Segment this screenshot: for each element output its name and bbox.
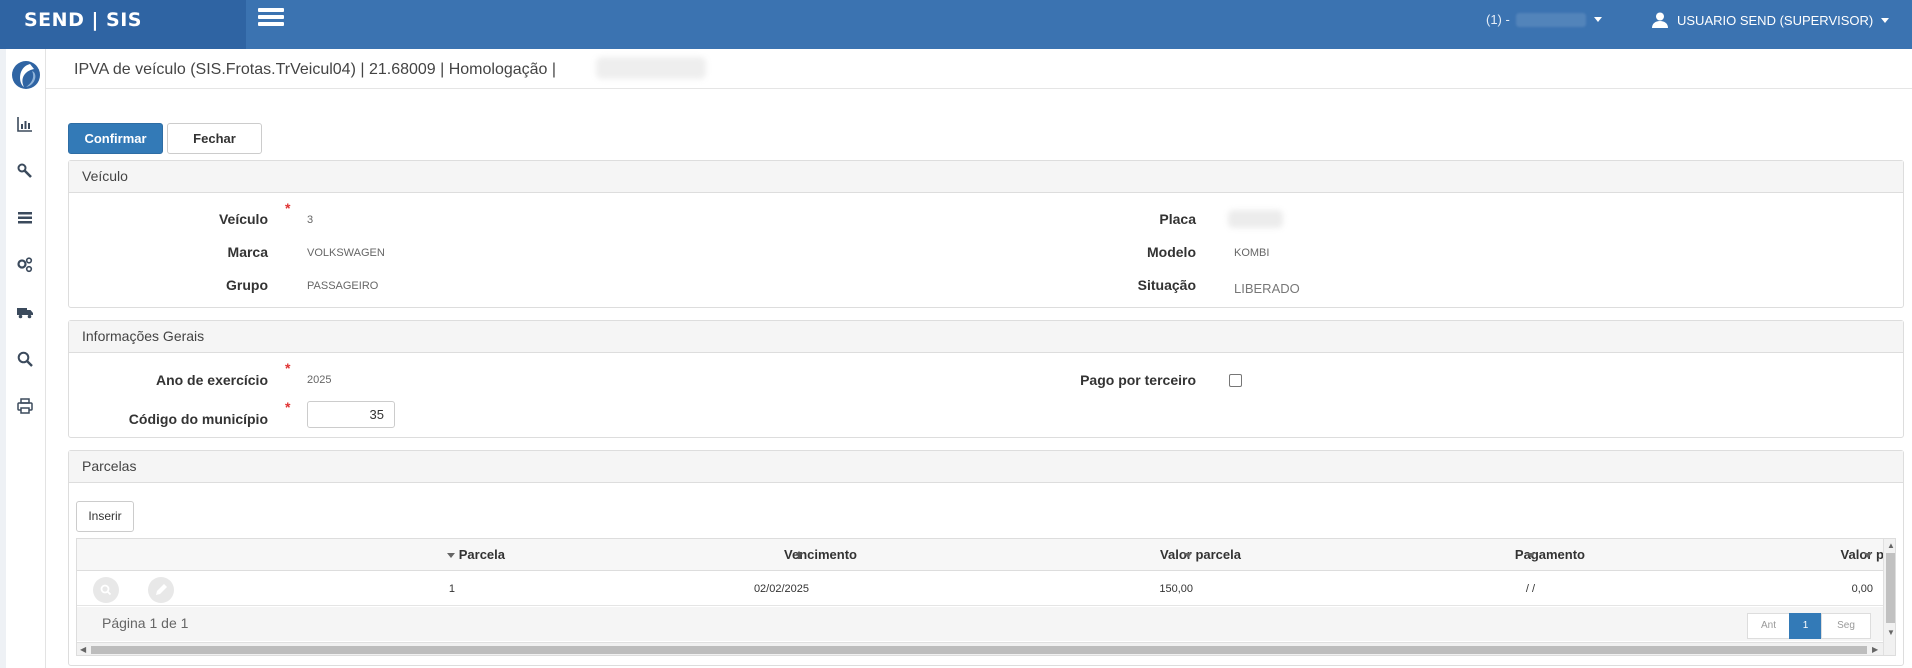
sidebar — [0, 49, 46, 668]
prev-page-button[interactable]: Ant — [1747, 613, 1790, 639]
ano-exercicio-value: 2025 — [307, 374, 332, 386]
top-navbar: SEND | SIS (1) - USUARIO SEND (SUPERVISO… — [0, 0, 1912, 49]
column-header-vencimento[interactable]: Vencimento — [537, 539, 857, 571]
required-marker: * — [285, 399, 291, 415]
page-title: IPVA de veículo (SIS.Frotas.TrVeicul04) … — [74, 61, 557, 78]
user-name: USUARIO SEND (SUPERVISOR) — [1677, 12, 1874, 28]
vertical-scrollbar[interactable]: ▲ ▼ — [1883, 539, 1895, 655]
cell-pagamento: / / — [1525, 583, 1535, 595]
pago-terceiro-label: Pago por terceiro — [1080, 372, 1196, 388]
scroll-thumb[interactable] — [91, 646, 1867, 654]
list-icon[interactable] — [16, 209, 34, 227]
cell-valor-parcela: 150,00 — [1159, 583, 1193, 595]
marca-value: VOLKSWAGEN — [307, 247, 385, 259]
wrench-icon[interactable] — [16, 162, 34, 180]
sort-up-arrow-icon[interactable] — [794, 550, 804, 560]
grid-header: Parcela Vencimento Valor parcela Pagamen… — [77, 539, 1895, 571]
truck-icon[interactable] — [16, 303, 34, 321]
parcelas-grid: Parcela Vencimento Valor parcela Pagamen… — [76, 538, 1896, 656]
view-icon[interactable] — [93, 577, 119, 603]
panel-heading: Veículo — [69, 161, 1903, 193]
required-marker: * — [285, 360, 291, 376]
column-header-pagamento[interactable]: Pagamento — [1277, 539, 1585, 571]
confirm-button[interactable]: Confirmar — [68, 123, 163, 154]
cell-parcela: 1 — [448, 583, 455, 595]
scroll-down-icon[interactable]: ▼ — [1887, 628, 1895, 637]
page-info: Página 1 de 1 — [102, 615, 189, 631]
print-icon[interactable] — [16, 397, 34, 415]
chevron-down-icon — [1593, 17, 1602, 22]
sort-down-icon[interactable] — [446, 550, 456, 560]
page-title-bar: IPVA de veículo (SIS.Frotas.TrVeicul04) … — [46, 49, 1912, 89]
scroll-left-icon[interactable]: ◀ — [80, 645, 86, 654]
chevron-down-icon — [1881, 17, 1890, 23]
panel-heading: Parcelas — [69, 451, 1903, 483]
close-button[interactable]: Fechar — [167, 123, 262, 154]
scroll-up-icon[interactable]: ▲ — [1887, 541, 1895, 550]
grupo-value: PASSAGEIRO — [307, 280, 379, 292]
cell-vencimento: 02/02/2025 — [753, 583, 809, 595]
ano-exercicio-label: Ano de exercício — [155, 372, 268, 388]
marca-label: Marca — [227, 244, 268, 260]
company-logo-icon[interactable] — [10, 59, 42, 91]
situacao-value: LIBERADO — [1234, 281, 1300, 296]
panel-heading: Informações Gerais — [69, 321, 1903, 353]
environment-selector[interactable]: (1) - — [1486, 12, 1602, 27]
modelo-label: Modelo — [1147, 244, 1196, 260]
grupo-label: Grupo — [226, 277, 268, 293]
codigo-municipio-input[interactable]: 35 — [307, 401, 395, 428]
page-1-button[interactable]: 1 — [1789, 613, 1822, 639]
sort-down-icon[interactable] — [1863, 550, 1873, 560]
brand-logo[interactable]: SEND | SIS — [0, 0, 246, 49]
chart-icon[interactable] — [16, 115, 34, 133]
title-redacted — [596, 57, 706, 79]
horizontal-scrollbar[interactable]: ◀ ▶ — [77, 642, 1883, 655]
situacao-label: Situação — [1137, 277, 1196, 293]
insert-button[interactable]: Inserir — [76, 501, 134, 532]
next-page-button[interactable]: Seg — [1821, 613, 1871, 639]
veiculo-label: Veículo — [218, 211, 268, 227]
scroll-right-icon[interactable]: ▶ — [1872, 645, 1878, 654]
scroll-thumb[interactable] — [1886, 553, 1895, 623]
column-header-valor-pago[interactable]: Valor pago — [1617, 539, 1895, 571]
environment-name-redacted — [1515, 12, 1586, 27]
table-row[interactable]: 1 02/02/2025 150,00 / / 0,00 — [77, 572, 1883, 606]
grid-pagination-bar: Página 1 de 1 Ant 1 Seg — [77, 607, 1883, 641]
user-icon — [1652, 12, 1668, 28]
environment-prefix: (1) - — [1486, 12, 1510, 27]
menu-toggle-icon[interactable] — [258, 8, 284, 30]
codigo-municipio-label: Código do município — [128, 411, 268, 427]
required-marker: * — [285, 200, 291, 216]
sort-down-icon[interactable] — [1183, 550, 1193, 560]
search-icon[interactable] — [16, 350, 34, 368]
user-menu[interactable]: USUARIO SEND (SUPERVISOR) — [1651, 11, 1890, 29]
pago-terceiro-checkbox[interactable] — [1229, 374, 1242, 387]
sort-down-icon[interactable] — [1526, 550, 1536, 560]
placa-label: Placa — [1159, 211, 1196, 227]
veiculo-value: 3 — [307, 214, 314, 226]
modelo-value: KOMBI — [1234, 247, 1270, 259]
placa-value-redacted — [1228, 210, 1283, 228]
gears-icon[interactable] — [16, 256, 34, 274]
cell-valor-pago: 0,00 — [1851, 583, 1873, 595]
edit-icon[interactable] — [148, 577, 174, 603]
column-header-parcela[interactable]: Parcela — [227, 539, 505, 571]
